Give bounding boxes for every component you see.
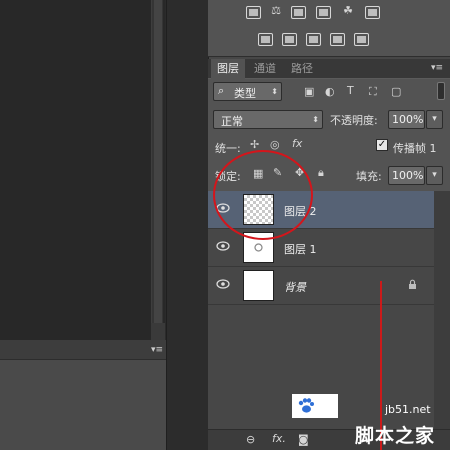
link-layers-icon[interactable]: ⊖ — [246, 433, 255, 446]
filter-type-value: 类型 — [234, 87, 256, 100]
channel-mixer-icon[interactable]: ☘ — [340, 4, 356, 17]
fill-label: 填充: — [356, 170, 382, 183]
canvas-corner — [151, 323, 165, 340]
filter-toggle-switch[interactable] — [437, 82, 445, 100]
type-layer-filter-icon[interactable]: T — [347, 84, 354, 97]
opacity-input[interactable]: 100% — [388, 110, 425, 129]
layer-row-background[interactable]: 背景 — [208, 267, 434, 305]
smart-object-filter-icon[interactable]: ▢ — [391, 85, 401, 98]
unify-label: 统一: — [215, 142, 241, 155]
color-lookup-icon[interactable] — [365, 6, 380, 19]
chevron-updown-icon: ⬍ — [312, 115, 319, 124]
tab-channels[interactable]: 通道 — [248, 59, 282, 79]
tab-layers[interactable]: 图层 — [211, 59, 245, 79]
layer-list-scrollbar[interactable] — [434, 191, 450, 429]
posterize-icon[interactable] — [282, 33, 297, 46]
layer-name[interactable]: 图层 1 — [284, 241, 317, 257]
gradient-map-icon[interactable] — [330, 33, 345, 46]
adjustments-panel: ⚖ ☘ — [208, 0, 450, 57]
shape-layer-filter-icon[interactable]: ⛶ — [369, 85, 377, 99]
levels-icon[interactable]: ⚖ — [268, 4, 284, 17]
scrollbar-thumb[interactable] — [154, 0, 162, 323]
panel-dock-divider — [166, 0, 208, 450]
fill-dropdown-button[interactable]: ▾ — [426, 166, 443, 185]
unify-position-icon[interactable]: ✢ — [250, 138, 259, 151]
bottom-left-panel-body — [0, 360, 166, 450]
mask-icon[interactable]: ◙ — [298, 433, 309, 446]
bottom-left-panel-header — [0, 340, 166, 360]
blend-mode-value: 正常 — [221, 115, 243, 128]
watermark-domain: jb51.net — [385, 403, 431, 416]
search-icon: ⌕ — [218, 84, 225, 97]
selective-color-icon[interactable] — [354, 33, 369, 46]
panel-menu-icon[interactable]: ▾≡ — [150, 345, 164, 355]
eye-icon[interactable] — [216, 241, 230, 251]
annotation-circle — [213, 150, 313, 240]
lock-icon — [408, 279, 417, 293]
canvas-vertical-scrollbar[interactable] — [151, 0, 163, 323]
watermark-brand: 脚本之家 — [355, 425, 436, 447]
curves-icon[interactable] — [291, 6, 306, 19]
fx-icon[interactable]: fx. — [272, 432, 286, 445]
document-canvas[interactable] — [0, 0, 165, 340]
propagate-frame-checkbox[interactable]: ✓ — [376, 139, 388, 151]
fill-input[interactable]: 100% — [388, 166, 425, 185]
eye-icon[interactable] — [216, 279, 230, 289]
filter-type-select[interactable]: ⌕ 类型 ⬍ — [213, 82, 282, 101]
paw-icon — [296, 396, 316, 416]
adjustment-layer-filter-icon[interactable]: ◐ — [325, 85, 335, 98]
chevron-updown-icon: ⬍ — [271, 87, 278, 96]
opacity-label: 不透明度: — [330, 114, 378, 127]
pixel-layer-filter-icon[interactable]: ▣ — [304, 85, 314, 98]
fill-value: 100% — [392, 169, 424, 182]
layers-panel-tabs: 图层 通道 路径 — [208, 59, 450, 79]
exposure-icon[interactable] — [316, 6, 331, 19]
opacity-dropdown-button[interactable]: ▾ — [426, 110, 443, 129]
propagate-frame-label: 传播帧 1 — [393, 142, 437, 155]
blend-mode-select[interactable]: 正常 ⬍ — [213, 110, 323, 129]
lock-all-icon[interactable]: 🔒︎ — [318, 166, 324, 180]
opacity-value: 100% — [392, 113, 424, 126]
threshold-icon[interactable] — [306, 33, 321, 46]
layer-thumbnail-white — [243, 270, 274, 301]
brightness-contrast-icon[interactable] — [246, 6, 261, 19]
unify-style-icon[interactable]: fx — [292, 137, 302, 150]
invert-icon[interactable] — [258, 33, 273, 46]
panel-menu-icon[interactable]: ▾≡ — [428, 62, 446, 74]
tab-paths[interactable]: 路径 — [285, 59, 319, 79]
layer-name[interactable]: 背景 — [284, 279, 306, 295]
unify-visibility-icon[interactable]: ◎ — [270, 138, 280, 151]
